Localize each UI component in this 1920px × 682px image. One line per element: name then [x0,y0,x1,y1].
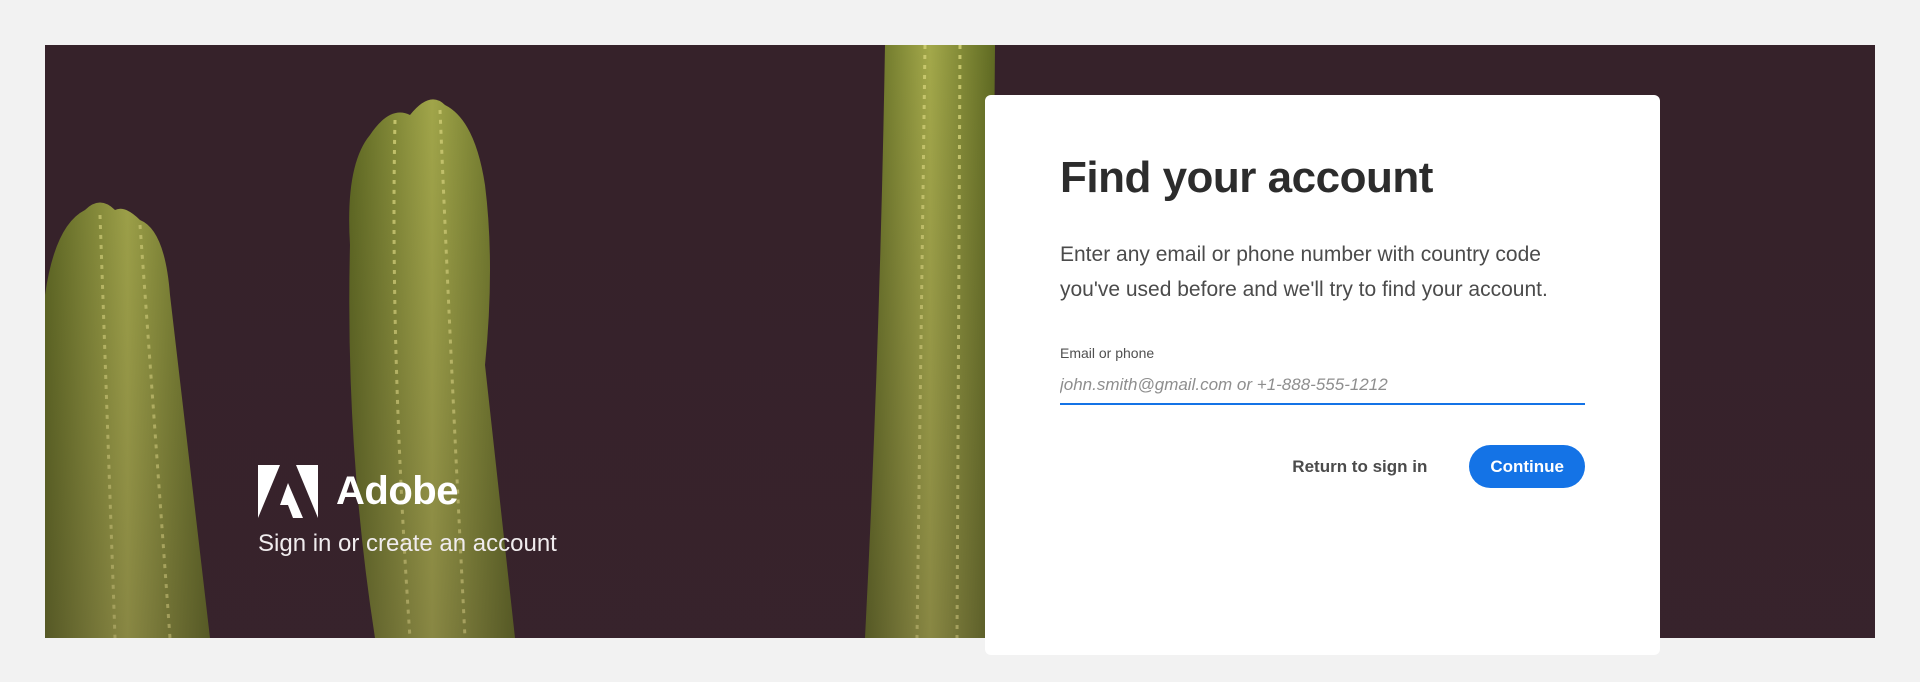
field-label: Email or phone [1060,345,1155,361]
email-or-phone-input[interactable] [1060,371,1585,405]
card-actions: Return to sign in Continue [1060,445,1585,488]
return-to-sign-in-button[interactable]: Return to sign in [1292,457,1427,477]
brand-block: Adobe Sign in or create an account [258,465,557,558]
adobe-logo-icon [258,465,318,518]
card-description: Enter any email or phone number with cou… [1060,243,1548,301]
page-title: Find your account [1060,153,1433,202]
brand-tagline: Sign in or create an account [258,530,557,557]
email-or-phone-field: Email or phone [1060,345,1585,405]
brand-row: Adobe [258,465,557,518]
continue-button[interactable]: Continue [1469,445,1585,488]
brand-name: Adobe [336,469,458,513]
find-account-card: Find your account Enter any email or pho… [985,95,1660,655]
